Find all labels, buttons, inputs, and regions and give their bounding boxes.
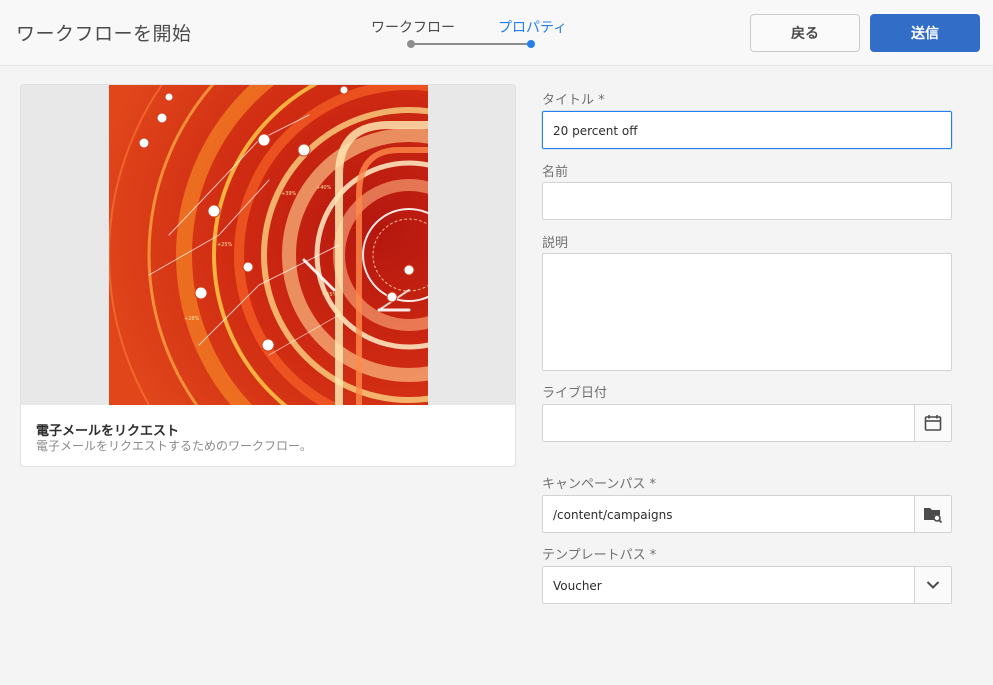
step-properties[interactable]: プロパティ [498, 17, 567, 37]
live-date-label: ライブ日付 [542, 386, 608, 401]
calendar-icon [924, 415, 942, 431]
campaign-path-input-value: /content/campaigns [553, 508, 673, 522]
workflow-card[interactable]: +55% +39% +40% +25% +28% 電子メールをリクエスト 電子メ… [20, 84, 516, 467]
browse-path-button[interactable] [914, 496, 951, 532]
date-picker-button[interactable] [914, 405, 951, 441]
template-dropdown-button[interactable] [914, 567, 951, 603]
step-workflow-dot [407, 40, 415, 48]
title-label: タイトル * [542, 93, 605, 108]
card-thumbnail: +55% +39% +40% +25% +28% [21, 85, 515, 405]
thumbnail-text-4: +25% [217, 242, 233, 248]
page-title: ワークフローを開始 [16, 23, 192, 45]
thumbnail-text-1: +55% [322, 292, 338, 298]
thumbnail-artwork: +55% +39% +40% +25% +28% [109, 85, 428, 405]
step-connector [412, 43, 530, 45]
description-textarea[interactable] [542, 253, 952, 371]
step-properties-dot [527, 40, 535, 48]
name-label: 名前 [542, 165, 569, 180]
description-label: 説明 [542, 236, 569, 251]
wizard-steps: ワークフロー プロパティ [360, 0, 580, 66]
campaign-path-input[interactable]: /content/campaigns [542, 495, 952, 533]
campaign-path-label: キャンペーンパス * [542, 477, 656, 492]
thumbnail-text-5: +28% [184, 316, 200, 322]
step-workflow[interactable]: ワークフロー [371, 17, 455, 37]
card-description: 電子メールをリクエストするためのワークフロー。 [36, 439, 312, 453]
submit-button[interactable]: 送信 [870, 14, 980, 52]
chevron-down-icon [926, 581, 940, 589]
thumbnail-text-2: +39% [281, 191, 297, 197]
folder-search-icon [924, 508, 943, 523]
name-input[interactable] [542, 182, 952, 220]
title-input[interactable]: 20 percent off [542, 111, 952, 149]
template-path-label: テンプレートパス * [542, 548, 657, 563]
thumbnail-text-3: +40% [316, 185, 332, 191]
back-button[interactable]: 戻る [750, 14, 860, 52]
template-path-select[interactable]: Voucher [542, 566, 952, 604]
header-bar: ワークフローを開始 ワークフロー プロパティ 戻る 送信 [0, 0, 993, 66]
template-path-select-value: Voucher [553, 579, 602, 593]
title-input-value: 20 percent off [553, 124, 638, 138]
live-date-input[interactable] [542, 404, 952, 442]
